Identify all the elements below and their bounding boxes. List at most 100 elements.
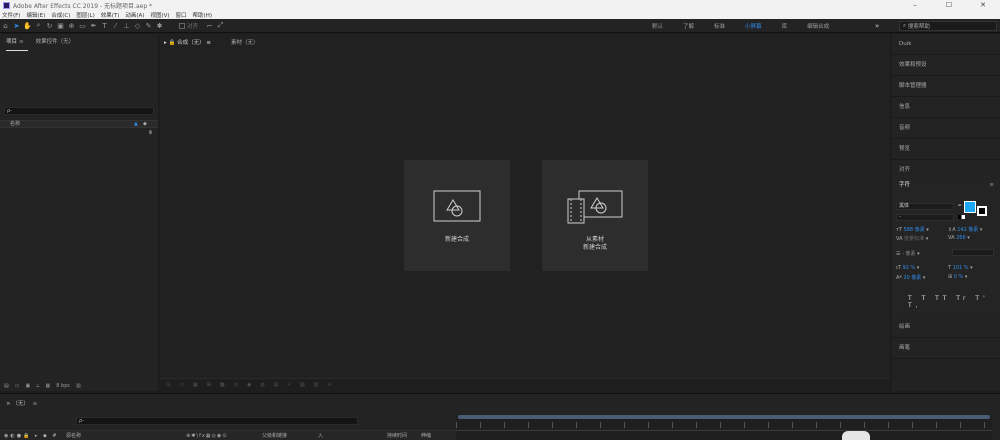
show-channel-icon[interactable]: ◍ [260,382,264,388]
work-area-bar[interactable] [458,415,990,419]
snap-toggle[interactable]: 对齐 [179,22,198,30]
menu-composition[interactable]: 合成(C) [51,11,70,19]
faux-text-style-buttons[interactable]: T T TT Tr T' T, [908,295,1000,309]
workspace-libraries[interactable]: 库 [782,22,788,30]
panel-menu-icon[interactable]: ≡ [33,401,38,407]
layer-mode-switches-icons[interactable]: ⊕✱\fx▦◎◉⊙ [186,431,227,440]
more-workspaces-icon[interactable]: » [875,22,879,30]
exposure-icon[interactable]: ☀ [327,382,331,388]
sort-up-icon[interactable]: ▲ [134,121,138,128]
panel-script-manager[interactable]: 脚本管理器 [892,76,1000,97]
time-ruler[interactable] [456,415,992,440]
workspace-default[interactable]: 默认 [652,22,663,30]
fill-color-swatch[interactable] [964,201,976,213]
panel-align[interactable]: 对齐 [892,160,1000,181]
column-in[interactable]: 入 [318,431,323,440]
menu-animation[interactable]: 动画(A) [125,11,144,19]
menu-view[interactable]: 视图(V) [150,11,169,19]
font-family-select[interactable]: 黑体 [896,203,954,210]
workspace-learn[interactable]: 了解 [683,22,694,30]
type-tool-icon[interactable]: T [99,20,110,32]
stroke-color-swatch[interactable] [977,206,987,216]
panel-paint[interactable]: 绘画 [892,317,1000,338]
pen-tool-icon[interactable]: ✒ [88,20,99,32]
menu-file[interactable]: 文件(F) [2,11,20,19]
panel-info[interactable]: 信息 [892,97,1000,118]
baseline-shift-field[interactable]: Aª 20 像素 ▾ [896,274,925,281]
transparency-grid-icon[interactable]: ▩ [220,382,225,388]
minimize-icon[interactable]: – [898,0,932,10]
view-layout-icon[interactable]: ▥ [314,382,319,388]
menu-effect[interactable]: 效果(T) [101,11,120,19]
pan-behind-tool-icon[interactable]: ⊕ [66,20,77,32]
tab-effect-controls[interactable]: 效果控件（无） [36,37,75,47]
black-white-swatch[interactable] [958,215,965,219]
column-duration[interactable]: 持续时间 [387,431,407,440]
panel-menu-icon[interactable]: ≡ [989,179,994,191]
brush-tool-icon[interactable]: ⁄ [110,20,121,32]
trash-icon[interactable]: ▥ [76,383,81,389]
column-parent-link[interactable]: 父级和链接 [262,431,287,440]
tab-project[interactable]: 项目 ≡ [6,37,28,51]
new-composition-from-footage-card[interactable]: 从素材 新建合成 [542,160,648,271]
magnification-icon[interactable]: ⊡ [166,382,170,388]
panel-audio[interactable]: 音频 [892,118,1000,139]
flowchart-icon[interactable]: ⋔ [148,129,153,136]
camera-tool-icon[interactable]: ▣ [55,20,66,32]
fast-preview-icon[interactable]: ⚡ [287,382,291,388]
snap-option-icon[interactable]: ⌐ [204,20,215,32]
project-search-input[interactable]: ρ- [4,107,154,115]
panel-menu-icon[interactable]: ≡ [19,39,24,45]
panel-preview[interactable]: 预览 [892,139,1000,160]
workspace-edit-composition[interactable]: 编辑合成 [807,22,829,30]
column-name[interactable]: 名称 [10,121,20,127]
new-composition-icon[interactable]: ▣ [25,383,30,389]
tracking-field[interactable]: VA 266 ▾ [948,235,970,241]
maximize-icon[interactable]: ☐ [932,0,966,10]
menu-help[interactable]: 帮助(H) [193,11,212,19]
workspace-standard[interactable]: 标准 [714,22,725,30]
close-icon[interactable]: ✕ [966,0,1000,10]
timeline-search-input[interactable]: ρ- [76,417,358,425]
panel-brushes[interactable]: 画笔 [892,338,1000,359]
new-composition-card[interactable]: 新建合成 [404,160,510,271]
snap-checkbox[interactable] [179,22,185,29]
leading-field[interactable]: ⇕A 142 像素 ▾ [948,226,982,233]
timeline-tab[interactable]: × （无） ≡ [6,399,37,407]
hand-tool-icon[interactable]: ✋ [22,20,33,32]
interpret-footage-icon[interactable]: ▤ [4,383,9,389]
render-queue-icon[interactable]: ⟂ [36,383,39,389]
eyedropper-icon[interactable]: ✒ [958,203,962,209]
grid-icon[interactable]: ▦ [193,382,198,388]
kerning-field[interactable]: VA 度量标准 ▾ [896,235,928,242]
tab-composition[interactable]: ▸ 🔒 合成（无） ≡ [164,38,211,46]
menu-window[interactable]: 窗口 [176,11,187,19]
stroke-width-field[interactable]: ☰ - 像素 ▾ [896,250,920,257]
column-source-name[interactable]: 源名称 [66,431,81,440]
rotate-tool-icon[interactable]: ↻ [44,20,55,32]
column-stretch[interactable]: 伸缩 [421,431,431,440]
stroke-type-select[interactable] [952,249,994,256]
3d-view-icon[interactable]: ▧ [300,382,305,388]
new-folder-icon[interactable]: ▭ [15,383,20,389]
roto-brush-tool-icon[interactable]: ✎ [143,20,154,32]
zoom-tool-icon[interactable]: ⌕ [33,20,44,32]
puppet-tool-icon[interactable]: ✱ [154,20,165,32]
font-size-field[interactable]: ᴛT 588 像素 ▾ [896,226,929,233]
toggle-mask-icon[interactable]: ▭ [179,382,184,388]
bpc-label[interactable]: 8 bpc [56,383,70,389]
panel-duik[interactable]: Duik [892,34,1000,55]
label-tag-icon[interactable]: ◆ [143,121,147,128]
panel-effects-presets[interactable]: 效果和预设 [892,55,1000,76]
home-icon[interactable]: ⌂ [0,20,11,32]
tab-footage[interactable]: 素材（无） [231,38,259,46]
layer-switches-icons[interactable]: ◉◐●🔒 ▸ ◆ # [4,431,59,440]
snapshot-icon[interactable]: ◉ [247,382,251,388]
rectangle-tool-icon[interactable]: ▭ [77,20,88,32]
font-style-select[interactable]: - [896,214,954,221]
search-help-input[interactable]: ⌕ 搜索帮助 [899,21,997,31]
project-settings-icon[interactable]: ▦ [46,383,51,389]
tsume-field[interactable]: ⊞ 0 % ▾ [948,274,967,280]
vertical-scale-field[interactable]: ɪT 92 % ▾ [896,265,919,271]
eraser-tool-icon[interactable]: ◇ [132,20,143,32]
